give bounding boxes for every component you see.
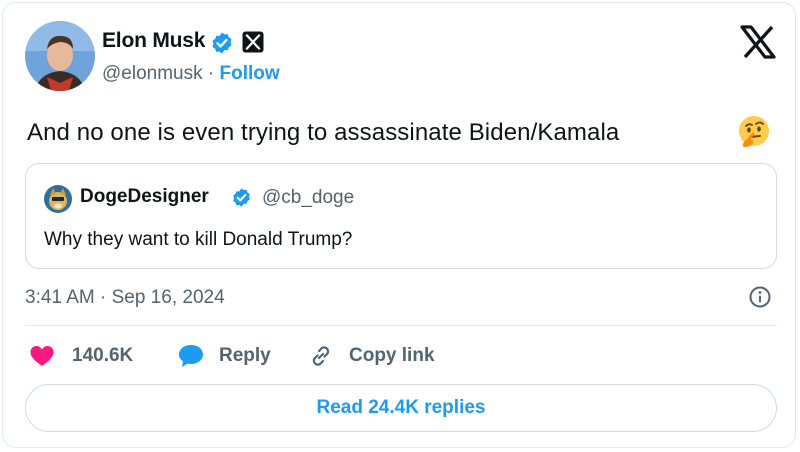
quoted-tweet-text: Why they want to kill Donald Trump?	[44, 229, 353, 250]
author-name[interactable]: Elon Musk	[102, 29, 205, 53]
author-handle-row: @elonmusk · Follow	[102, 63, 280, 85]
author-avatar[interactable]	[25, 21, 95, 91]
tweet-card: Elon Musk @elonmusk · Follow And no one …	[2, 2, 796, 448]
tweet-text: And no one is even trying to assassinate…	[27, 119, 620, 146]
quoted-verified-badge-icon	[233, 188, 250, 207]
follow-link[interactable]: Follow	[220, 63, 280, 84]
info-icon[interactable]	[748, 285, 772, 309]
reply-label: Reply	[219, 345, 271, 366]
x-logo-icon[interactable]	[739, 25, 777, 59]
verified-badge-icon	[212, 32, 232, 54]
quoted-author-handle[interactable]: @cb_doge	[262, 187, 354, 209]
reply-button[interactable]: Reply	[177, 341, 271, 371]
quoted-author-avatar[interactable]	[44, 185, 72, 213]
handle-separator: ·	[207, 63, 215, 84]
link-icon	[312, 346, 330, 366]
author-handle[interactable]: @elonmusk	[102, 63, 203, 84]
heart-icon	[30, 346, 54, 366]
action-divider	[25, 325, 777, 326]
quoted-tweet[interactable]: DogeDesigner @cb_doge Why they want to k…	[25, 163, 777, 269]
x-affiliate-badge-icon	[242, 31, 264, 53]
reply-bubble-icon	[179, 345, 203, 367]
like-count: 140.6K	[72, 345, 134, 366]
copy-link-button[interactable]: Copy link	[308, 341, 435, 371]
read-replies-button[interactable]: Read 24.4K replies	[25, 384, 777, 432]
quoted-author-name[interactable]: DogeDesigner	[80, 186, 209, 208]
like-button[interactable]: 140.6K	[29, 341, 133, 371]
tweet-timestamp[interactable]: 3:41 AM · Sep 16, 2024	[25, 287, 225, 309]
thinking-face-icon	[739, 116, 769, 147]
copy-link-label: Copy link	[349, 345, 435, 366]
